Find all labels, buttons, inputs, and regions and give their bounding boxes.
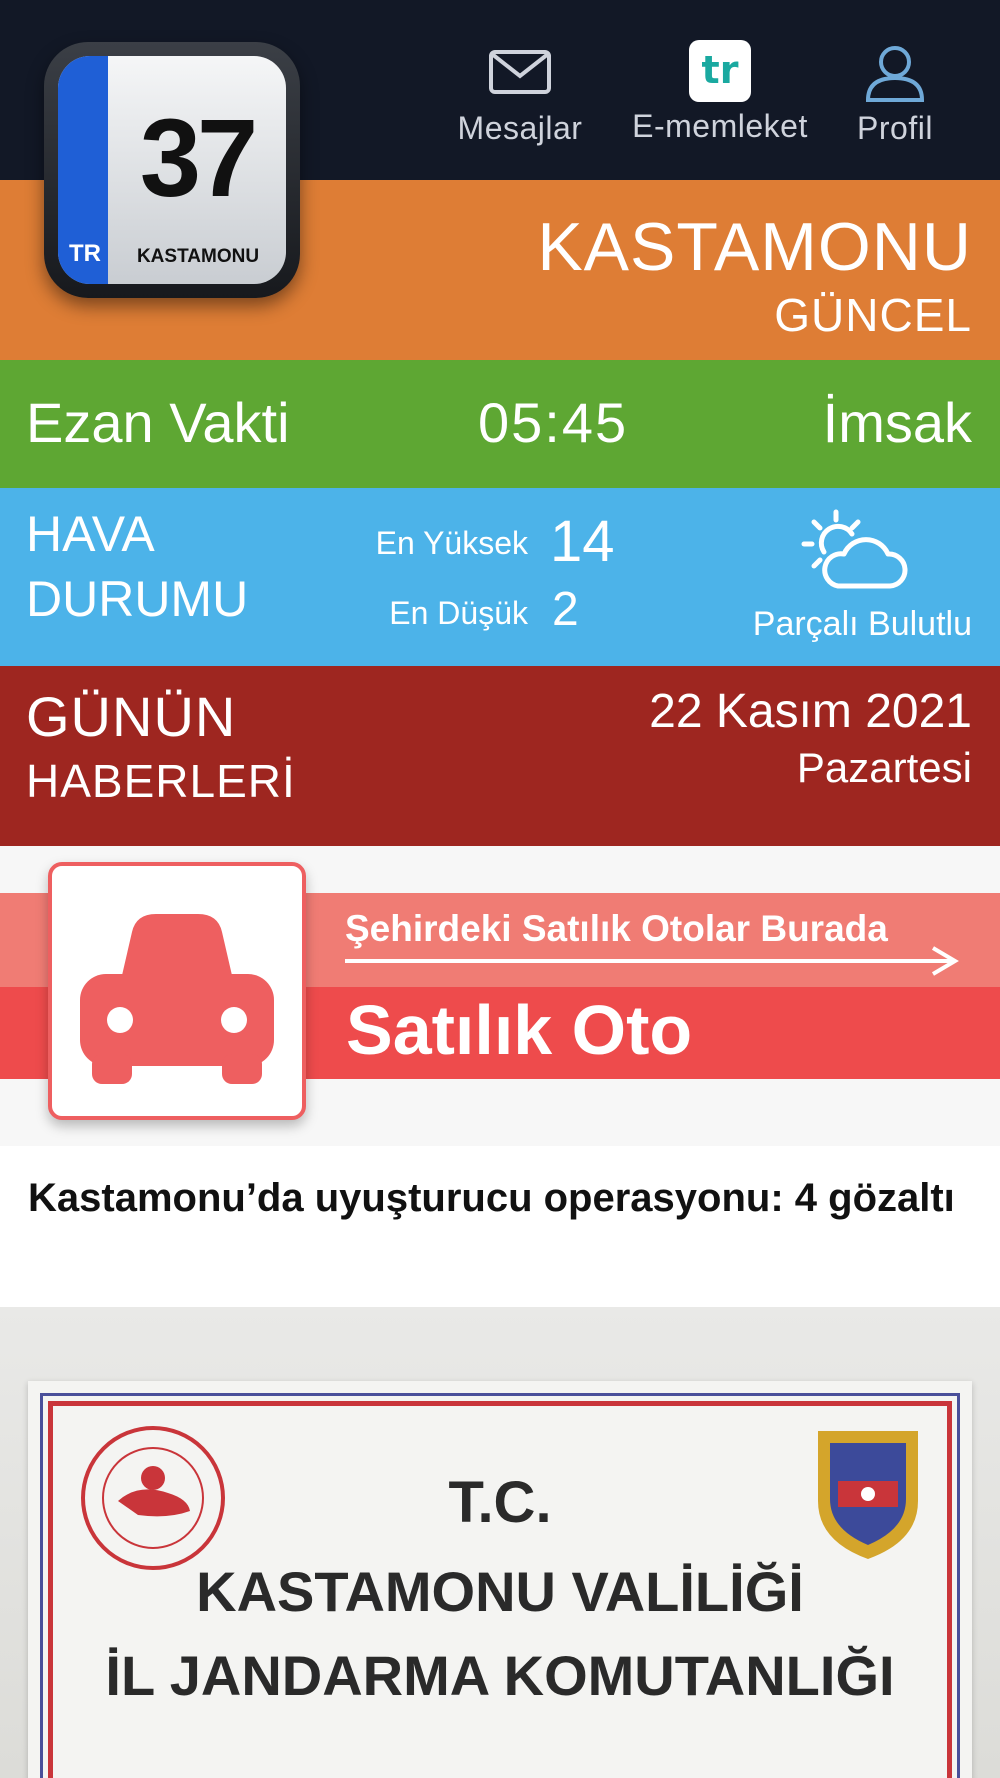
- news-title-line2: HABERLERİ: [26, 755, 296, 807]
- partly-cloudy-icon: [801, 509, 908, 589]
- city-title: KASTAMONU: [537, 209, 972, 285]
- nav-messages-label: Mesajlar: [457, 110, 583, 146]
- weather-low-label: En Düşük: [389, 595, 528, 631]
- plate-city: KASTAMONU: [136, 246, 260, 267]
- weather-title-line2: DURUMU: [26, 571, 249, 627]
- weather-high-value: 14: [550, 509, 615, 574]
- weather-title-line1: HAVA: [26, 506, 155, 562]
- nav-messages[interactable]: Mesajlar: [425, 40, 615, 147]
- news-date: 22 Kasım 2021: [649, 685, 972, 738]
- city-subtitle: GÜNCEL: [774, 289, 972, 341]
- license-plate-logo: 37 TR KASTAMONU: [58, 56, 286, 284]
- app-logo[interactable]: 37 TR KASTAMONU: [44, 42, 300, 298]
- ad-icon-box: [48, 862, 306, 1120]
- poster-line1: T.C.: [448, 1470, 552, 1535]
- poster-line3: İL JANDARMA KOMUTANLIĞI: [105, 1644, 895, 1707]
- article-title[interactable]: Kastamonu’da uyuşturucu operasyonu: 4 gö…: [28, 1172, 978, 1224]
- prayer-label: Ezan Vakti: [26, 391, 290, 454]
- car-icon: [80, 914, 274, 1084]
- prayer-time: 05:45: [478, 391, 629, 454]
- plate-country: TR: [69, 240, 101, 267]
- nav-profile-label: Profil: [857, 110, 933, 146]
- user-icon: [865, 46, 925, 102]
- plate-number: 37: [139, 97, 258, 220]
- nav-profile[interactable]: Profil: [800, 40, 990, 147]
- envelope-icon: [489, 50, 551, 94]
- weather-high-label: En Yüksek: [375, 525, 528, 561]
- ememleket-badge: tr: [701, 48, 739, 92]
- weather-condition: Parçalı Bulutlu: [752, 605, 972, 643]
- ememleket-icon: tr: [689, 40, 751, 102]
- news-title-line1: GÜNÜN: [26, 685, 237, 748]
- poster-line2: KASTAMONU VALİLİĞİ: [196, 1560, 804, 1623]
- ad-title: Satılık Oto: [346, 991, 693, 1069]
- prayer-name: İmsak: [822, 391, 972, 454]
- nav-ememleket[interactable]: tr E-memleket: [625, 40, 815, 145]
- nav-ememleket-label: E-memleket: [632, 108, 808, 144]
- arrow-right-icon: [345, 946, 959, 976]
- weather-low-value: 2: [552, 583, 579, 636]
- poster: T.C. KASTAMONU VALİLİĞİ İL JANDARMA KOMU…: [28, 1381, 972, 1778]
- news-day: Pazartesi: [796, 744, 972, 791]
- article-image[interactable]: T.C. KASTAMONU VALİLİĞİ İL JANDARMA KOMU…: [0, 1307, 1000, 1778]
